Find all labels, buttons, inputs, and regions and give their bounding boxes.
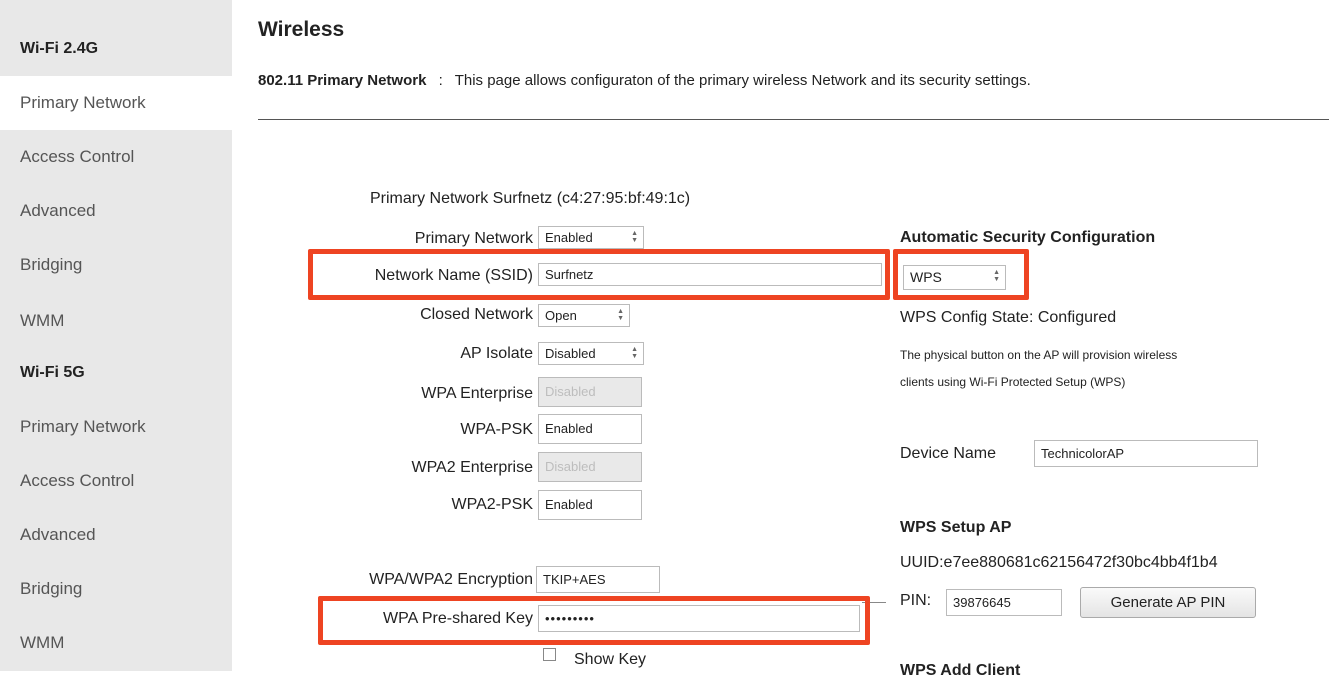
sidebar-group-wifi-5g[interactable]: Wi-Fi 5G	[0, 346, 232, 400]
spinner-icon: ▲ ▼	[631, 230, 638, 244]
wps-setup-heading: WPS Setup AP	[900, 519, 1012, 536]
sidebar-item-wmm-5g[interactable]: WMM	[0, 616, 232, 670]
primary-network-value: Enabled	[545, 230, 593, 245]
sidebar-group-wifi-24g[interactable]: Wi-Fi 2.4G	[0, 22, 232, 76]
wpa-psk-field[interactable]: Enabled	[538, 414, 642, 444]
closed-network-value: Open	[545, 308, 577, 323]
sidebar-item-advanced-24g[interactable]: Advanced	[0, 184, 232, 238]
page-description: 802.11 Primary Network : This page allow…	[258, 72, 1031, 89]
spinner-icon: ▲ ▼	[617, 308, 624, 322]
sidebar-item-access-control-24g[interactable]: Access Control	[0, 130, 232, 184]
sidebar-item-access-control-5g[interactable]: Access Control	[0, 454, 232, 508]
sidebar-item-primary-network-24g[interactable]: Primary Network	[0, 76, 232, 130]
wps-note-line2: clients using Wi-Fi Protected Setup (WPS…	[900, 375, 1126, 389]
wpa-psk-label: WPA-PSK	[460, 421, 533, 438]
psk-highlight-box	[318, 596, 870, 645]
description-separator: :	[438, 72, 443, 89]
spinner-icon: ▲ ▼	[631, 346, 638, 360]
wpa-enterprise-label: WPA Enterprise	[421, 385, 533, 402]
wps-uuid: UUID:e7ee880681c62156472f30bc4bb4f1b4	[900, 554, 1218, 571]
sidebar-item-primary-network-5g[interactable]: Primary Network	[0, 400, 232, 454]
device-name-input[interactable]: TechnicolorAP	[1034, 440, 1258, 467]
pin-label: PIN:	[900, 592, 932, 609]
sidebar-item-bridging-5g[interactable]: Bridging	[0, 562, 232, 616]
primary-network-select[interactable]: Enabled ▲ ▼	[538, 226, 644, 249]
wpa2-enterprise-field: Disabled	[538, 452, 642, 482]
wps-highlight-box	[893, 249, 1029, 300]
wps-add-client-heading: WPS Add Client	[900, 662, 1021, 679]
primary-network-label: Primary Network	[414, 230, 533, 247]
sidebar-item-advanced-5g[interactable]: Advanced	[0, 508, 232, 562]
wpa2-enterprise-label: WPA2 Enterprise	[411, 459, 533, 476]
generate-ap-pin-button[interactable]: Generate AP PIN	[1080, 587, 1256, 618]
wpa-enterprise-field: Disabled	[538, 377, 642, 407]
description-heading: 802.11 Primary Network	[258, 72, 427, 89]
security-heading: Automatic Security Configuration	[900, 229, 1156, 246]
closed-network-select[interactable]: Open ▲ ▼	[538, 304, 630, 327]
description-text: This page allows configuraton of the pri…	[454, 72, 1031, 89]
ap-isolate-value: Disabled	[545, 346, 596, 361]
show-key-label: Show Key	[574, 651, 647, 668]
encryption-field[interactable]: TKIP+AES	[536, 566, 660, 593]
sidebar-item-wmm-24g[interactable]: WMM	[0, 294, 232, 348]
ssid-highlight-box	[308, 249, 890, 300]
ap-isolate-label: AP Isolate	[460, 345, 533, 362]
show-key-checkbox[interactable]	[543, 648, 556, 661]
wpa2-psk-field[interactable]: Enabled	[538, 490, 642, 520]
header-divider	[258, 119, 1329, 120]
encryption-label: WPA/WPA2 Encryption	[369, 571, 533, 588]
device-name-label: Device Name	[900, 445, 997, 462]
pin-input[interactable]: 39876645	[946, 589, 1062, 616]
sidebar-item-bridging-24g[interactable]: Bridging	[0, 238, 232, 292]
page-title: Wireless	[258, 18, 345, 41]
sidebar: Wi-Fi 2.4G Primary Network Access Contro…	[0, 0, 232, 671]
wps-config-state: WPS Config State: Configured	[900, 309, 1117, 326]
wps-note-line1: The physical button on the AP will provi…	[900, 348, 1178, 362]
wpa2-psk-label: WPA2-PSK	[451, 496, 534, 513]
closed-network-label: Closed Network	[420, 306, 533, 323]
form-header: Primary Network Surfnetz (c4:27:95:bf:49…	[370, 190, 691, 207]
ap-isolate-select[interactable]: Disabled ▲ ▼	[538, 342, 644, 365]
